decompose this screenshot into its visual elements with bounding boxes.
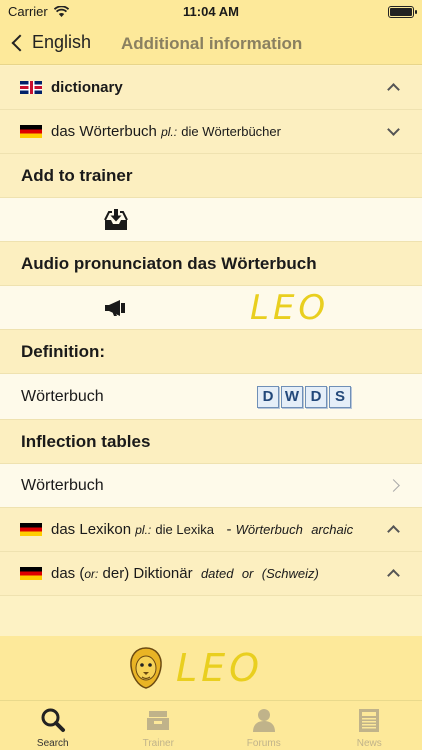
audio-row: LEO (0, 286, 422, 330)
chevron-down-icon[interactable] (387, 123, 400, 136)
entry-text: das Lexikon (51, 521, 132, 538)
usage-note: dated (200, 566, 234, 581)
or-text: or (241, 566, 254, 581)
tab-bar: Search Trainer Forums News (0, 700, 422, 750)
de-flag-icon (20, 567, 42, 580)
status-time: 11:04 AM (183, 4, 239, 19)
tab-label: Search (36, 738, 69, 749)
back-button[interactable]: English (10, 32, 91, 53)
footer-leo-logo: LEO (176, 646, 264, 690)
tray-download-icon[interactable] (103, 208, 129, 232)
add-trainer-row (0, 198, 422, 242)
plural-text: die Lexika (155, 522, 214, 537)
plural-label: pl.: (135, 523, 152, 537)
section-definition: Definition: (0, 330, 422, 374)
tray-icon (147, 711, 170, 730)
entry-term: das Lexikon pl.: die Lexika - Wörterbuch… (51, 521, 353, 538)
dwds-letter: S (329, 385, 351, 408)
dash: - (226, 521, 232, 538)
dwds-letter: D (257, 385, 279, 408)
region-note: (Schweiz) (261, 566, 319, 581)
chevron-up-icon[interactable] (387, 569, 400, 582)
leo-logo[interactable]: LEO (250, 288, 329, 328)
entry-article: das (51, 565, 76, 582)
entry-row-lexikon[interactable]: das Lexikon pl.: die Lexika - Wörterbuch… (0, 508, 422, 552)
tab-search[interactable]: Search (0, 701, 106, 750)
or-label: or: (84, 567, 99, 581)
section-inflection: Inflection tables (0, 420, 422, 464)
battery-icon (388, 6, 417, 18)
battery-fill (390, 8, 412, 16)
footer-logo-bar: LEO (0, 636, 422, 700)
dwds-logo[interactable]: D W D S (257, 385, 351, 408)
entry-row-diktionaer[interactable]: das (or: der) Diktionär dated or (Schwei… (0, 552, 422, 596)
chevron-up-icon[interactable] (387, 83, 400, 96)
ref-word: Wörterbuch (235, 522, 303, 537)
tab-label: Trainer (142, 738, 174, 749)
alt-article: der) (102, 565, 130, 582)
section-audio: Audio pronunciaton das Wörterbuch (0, 242, 422, 286)
chevron-up-icon[interactable] (387, 525, 400, 538)
status-bar: Carrier 11:04 AM (0, 0, 422, 24)
lion-mascot-icon (130, 647, 162, 689)
person-icon (252, 709, 275, 732)
dwds-letter: W (281, 385, 303, 408)
page-title: Additional information (121, 34, 303, 53)
inflection-row[interactable]: Wörterbuch (0, 464, 422, 508)
entry-term: das Wörterbuch pl.: die Wörterbücher (51, 123, 281, 140)
entry-text: das Wörterbuch (51, 123, 157, 140)
blank-area (0, 596, 422, 636)
section-title: Add to trainer (21, 165, 133, 185)
definition-row[interactable]: Wörterbuch D W D S (0, 374, 422, 420)
back-label: English (32, 32, 92, 52)
entry-text: Diktionär (133, 565, 193, 582)
tab-news[interactable]: News (317, 701, 422, 750)
section-title: Definition: (21, 341, 106, 361)
plural-label: pl.: (161, 125, 178, 139)
chevron-left-icon (11, 34, 29, 51)
tab-label: Forums (246, 738, 281, 749)
tab-label: News (356, 738, 382, 749)
section-add-trainer: Add to trainer (0, 154, 422, 198)
section-title: Audio pronunciaton das Wörterbuch (21, 253, 317, 273)
entry-term: dictionary (51, 79, 123, 96)
entry-row-woerterbuch[interactable]: das Wörterbuch pl.: die Wörterbücher (0, 110, 422, 154)
definition-word: Wörterbuch (21, 387, 104, 405)
chevron-right-icon (387, 479, 400, 492)
dwds-letter: D (305, 385, 327, 408)
section-title: Inflection tables (21, 431, 151, 451)
entry-row-dictionary[interactable]: dictionary (0, 66, 422, 110)
usage-note: archaic (311, 522, 354, 537)
tab-trainer[interactable]: Trainer (106, 701, 212, 750)
nav-bar: English Additional information (0, 24, 422, 65)
inflection-word: Wörterbuch (21, 476, 104, 494)
uk-flag-icon (20, 81, 42, 94)
newspaper-icon (359, 709, 380, 732)
entry-term: das (or: der) Diktionär dated or (Schwei… (51, 565, 319, 582)
tab-forums[interactable]: Forums (211, 701, 317, 750)
content: dictionary das Wörterbuch pl.: die Wörte… (0, 66, 422, 636)
search-icon (41, 708, 65, 732)
de-flag-icon (20, 523, 42, 536)
plural-text: die Wörterbücher (181, 124, 281, 139)
entry-text: dictionary (51, 79, 123, 96)
megaphone-icon[interactable] (104, 299, 128, 317)
de-flag-icon (20, 125, 42, 138)
